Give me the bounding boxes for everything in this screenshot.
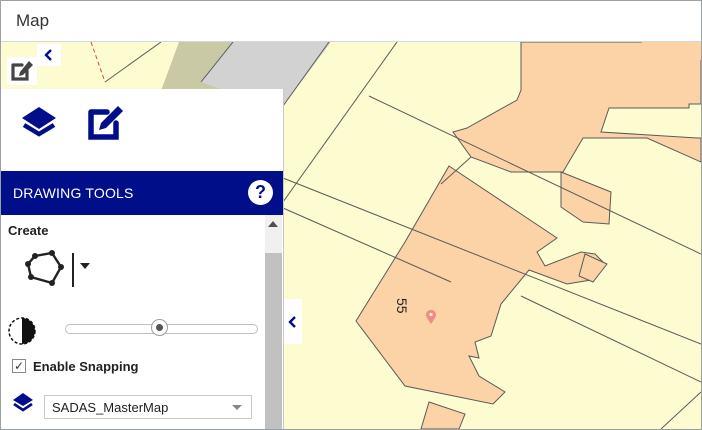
layers-tab-button[interactable]: [18, 103, 60, 145]
opacity-slider-handle[interactable]: [151, 319, 168, 336]
chevron-left-icon: [44, 49, 52, 61]
layer-select-icon: [11, 391, 35, 415]
edit-icon: [11, 61, 33, 81]
draw-edit-icon: [88, 106, 123, 140]
caret-down-icon: [80, 263, 90, 269]
layer-select-dropdown[interactable]: SADAS_MasterMap: [44, 395, 252, 419]
layers-small-icon: [13, 393, 33, 412]
window-title: Map: [16, 11, 50, 30]
collapse-panel-top-button[interactable]: [37, 44, 61, 66]
help-button[interactable]: ?: [248, 180, 273, 205]
panel-content: Create ✓ Enable Snapping SADAS_MasterMap: [1, 215, 265, 429]
drawing-tools-header: DRAWING TOOLS ?: [1, 171, 283, 215]
drawing-panel: DRAWING TOOLS ? Create ✓ Enable Snapping…: [1, 89, 284, 429]
snapping-row: ✓ Enable Snapping: [12, 357, 138, 375]
polygon-draw-icon: [25, 250, 64, 286]
collapse-panel-button[interactable]: [284, 299, 302, 344]
title-bar: Map: [1, 1, 701, 42]
scroll-up-arrow-icon[interactable]: [268, 221, 278, 227]
panel-scrollbar[interactable]: [265, 215, 282, 429]
panel-title: DRAWING TOOLS: [13, 185, 134, 201]
layer-select-value: SADAS_MasterMap: [52, 400, 169, 415]
app-window: Map 55 DRAWING TOOLS ? Create ✓ Enable S…: [0, 0, 702, 430]
edit-toggle-button[interactable]: [7, 57, 37, 85]
chevron-down-icon: [232, 405, 242, 410]
drawing-tab-button[interactable]: [83, 101, 127, 145]
tool-divider: [72, 253, 74, 287]
opacity-icon: [6, 315, 38, 347]
snapping-label: Enable Snapping: [33, 358, 139, 374]
create-label: Create: [8, 223, 49, 238]
snapping-checkbox[interactable]: ✓: [12, 359, 26, 373]
layers-icon: [22, 107, 56, 137]
scroll-thumb[interactable]: [265, 253, 282, 429]
house-number-label: 55: [394, 298, 410, 314]
panel-tab-bar: [1, 89, 283, 171]
chevron-left-icon: [288, 315, 296, 328]
polygon-tool-button[interactable]: [25, 249, 65, 287]
tool-dropdown-button[interactable]: [78, 259, 92, 273]
